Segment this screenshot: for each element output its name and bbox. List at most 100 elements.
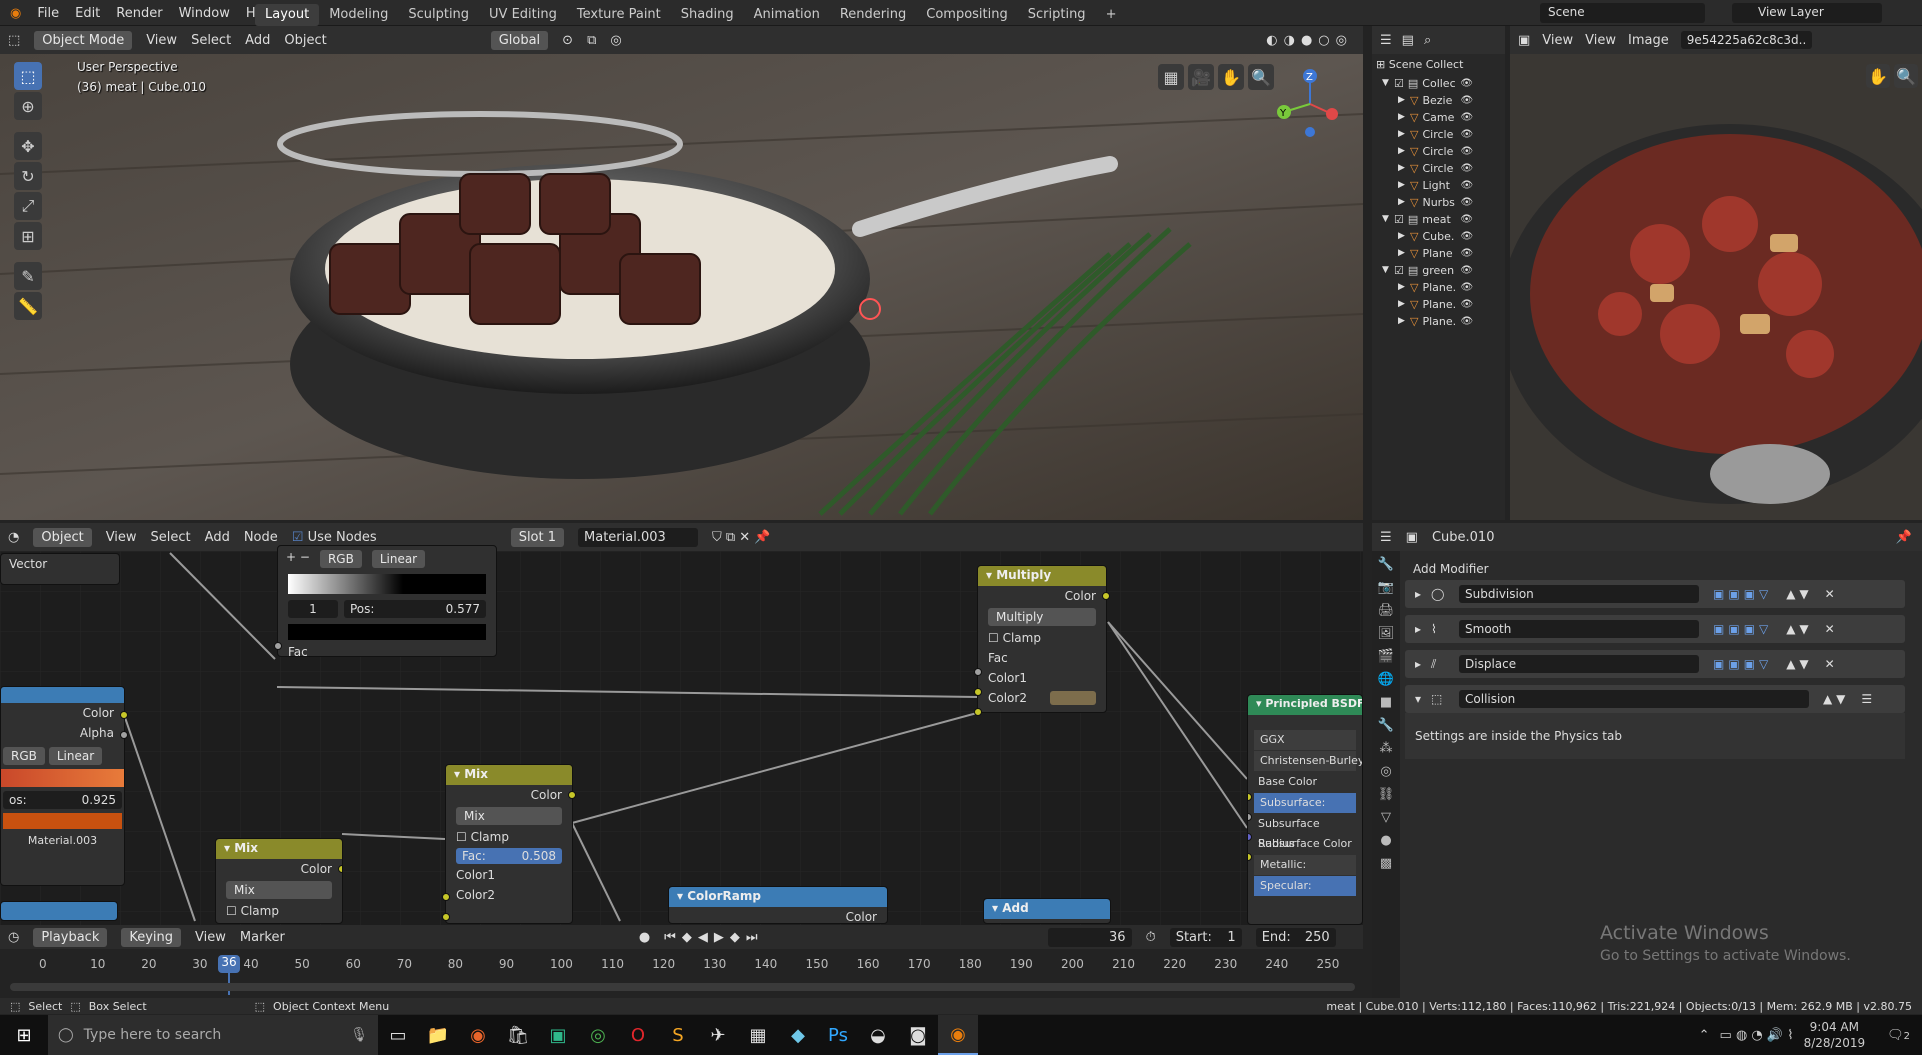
visibility-eye-icon[interactable]: 👁: [1460, 92, 1473, 109]
tab-scripting[interactable]: Scripting: [1018, 4, 1096, 26]
menu-render[interactable]: Render: [116, 6, 162, 21]
add-modifier-dropdown[interactable]: Add Modifier: [1405, 559, 1915, 581]
colorramp1-color[interactable]: [288, 624, 486, 640]
world-tab-icon[interactable]: 🌐: [1378, 672, 1394, 687]
colorramp2-mode[interactable]: RGB: [3, 747, 45, 765]
image-menu-view2[interactable]: View: [1585, 33, 1616, 48]
mix1-color-socket[interactable]: [568, 791, 576, 799]
timeline-editor-icon[interactable]: ◷: [8, 930, 19, 945]
node-mix-2[interactable]: ▾ Mix Color Mix ☐ Clamp: [215, 838, 343, 924]
visibility-eye-icon[interactable]: 👁: [1460, 194, 1473, 211]
bsdf-distribution-dropdown[interactable]: GGX: [1254, 730, 1356, 750]
image-editor-type-icon[interactable]: ▣: [1518, 33, 1530, 48]
add-workspace-icon[interactable]: +: [1096, 4, 1127, 26]
object-tab-icon[interactable]: ■: [1380, 695, 1392, 710]
viewport-menu-view[interactable]: View: [146, 33, 177, 48]
image-editor[interactable]: ▣ View View Image 9e54225a62c8c3d.. ✋ 🔍: [1510, 26, 1922, 520]
ortho-icon[interactable]: ▦: [1158, 64, 1184, 90]
outliner-root[interactable]: ⊞ Scene Collect: [1372, 54, 1505, 75]
view-layer-tab-icon[interactable]: 🖼: [1378, 626, 1395, 641]
node-menu-view[interactable]: View: [106, 530, 137, 545]
outliner-item[interactable]: ▶ ▽ Circle 👁: [1372, 143, 1505, 160]
mix1-blend-dropdown[interactable]: Mix: [456, 807, 562, 825]
expand-icon[interactable]: ▶: [1398, 228, 1410, 245]
tab-uv-editing[interactable]: UV Editing: [479, 4, 567, 26]
measure-icon[interactable]: 📏: [14, 292, 42, 320]
timeline-menu-view[interactable]: View: [195, 930, 226, 945]
file-explorer-icon[interactable]: 📁: [418, 1015, 458, 1055]
shading-buttons[interactable]: ◐◑●○◎: [1266, 33, 1353, 48]
displace-visibility-icons[interactable]: ▣▣▣▽: [1713, 657, 1772, 671]
zoom-icon[interactable]: 🔍: [1248, 64, 1274, 90]
image-zoom-icon[interactable]: 🔍: [1894, 64, 1918, 88]
store-icon[interactable]: 🛍: [498, 1015, 538, 1055]
colorramp2-pos[interactable]: os: 0.925: [3, 791, 122, 809]
blender-logo-icon[interactable]: ◉: [10, 6, 21, 21]
tab-rendering[interactable]: Rendering: [830, 4, 916, 26]
snap-icon[interactable]: ⧉: [587, 33, 596, 48]
particles-tab-icon[interactable]: ⁂: [1380, 741, 1393, 756]
microphone-icon[interactable]: 🎙: [350, 1027, 368, 1043]
fake-user-icon[interactable]: ⛉ ⧉ ✕ 📌: [712, 530, 771, 545]
app-green-icon[interactable]: ▣: [538, 1015, 578, 1055]
viewport-menu-select[interactable]: Select: [191, 33, 231, 48]
mix1-clamp-checkbox[interactable]: ☐ Clamp: [446, 827, 572, 847]
pin-icon[interactable]: 📌: [1896, 530, 1912, 545]
node-object-dropdown[interactable]: Object: [33, 527, 92, 547]
menu-file[interactable]: File: [37, 6, 59, 21]
visibility-eye-icon[interactable]: 👁: [1460, 296, 1473, 313]
end-frame-field[interactable]: End: 250: [1255, 927, 1336, 947]
mode-dropdown[interactable]: Object Mode: [34, 30, 133, 50]
colorramp1-pos[interactable]: Pos: 0.577: [344, 600, 486, 618]
expand-icon[interactable]: ▶: [1398, 296, 1410, 313]
collapse-icon[interactable]: ▼: [1382, 211, 1394, 228]
mix2-color-socket[interactable]: [338, 865, 342, 873]
expand-icon[interactable]: ▶: [1398, 160, 1410, 177]
expand-icon[interactable]: ▶: [1398, 126, 1410, 143]
outliner-item[interactable]: ▶ ▽ Plane. 👁: [1372, 279, 1505, 296]
scene-selector[interactable]: Scene: [1540, 3, 1705, 23]
modifier-remove-icon[interactable]: ✕: [1825, 587, 1835, 601]
colorramp2-color-socket[interactable]: [120, 711, 128, 719]
camera-icon[interactable]: 🎥: [1188, 64, 1214, 90]
tab-shading[interactable]: Shading: [671, 4, 744, 26]
render-tab-icon[interactable]: 📷: [1378, 580, 1394, 595]
visibility-eye-icon[interactable]: 👁: [1460, 143, 1473, 160]
outliner-item[interactable]: ▼ ☑ ▤ meat 👁: [1372, 211, 1505, 228]
outliner-item[interactable]: ▶ ▽ Bezie 👁: [1372, 92, 1505, 109]
physics-tab-icon[interactable]: ◎: [1380, 764, 1391, 779]
windows-start-icon[interactable]: ⊞: [0, 1015, 48, 1055]
bsdf-specular-slider[interactable]: Specular:: [1254, 876, 1356, 896]
taskbar-search[interactable]: ◯ Type here to search 🎙: [48, 1015, 378, 1055]
mix2-clamp-checkbox[interactable]: ☐ Clamp: [216, 901, 342, 921]
node-mix-1[interactable]: ▾ Mix Color Mix ☐ Clamp Fac: 0.508 Color1…: [442, 764, 576, 924]
transform-icon[interactable]: ⊞: [14, 222, 42, 250]
texture-tab-icon[interactable]: ▩: [1380, 856, 1392, 871]
visibility-eye-icon[interactable]: 👁: [1460, 262, 1473, 279]
collection-checkbox[interactable]: ☑: [1394, 75, 1404, 92]
modifier-displace[interactable]: ▸ ⫽ Displace ▣▣▣▽ ▲ ▼ ✕: [1405, 650, 1905, 678]
orientation-dropdown[interactable]: Global: [490, 30, 549, 50]
expand-icon[interactable]: ▶: [1398, 143, 1410, 160]
node-vector[interactable]: Vector: [0, 553, 120, 585]
tab-animation[interactable]: Animation: [744, 4, 830, 26]
node-add[interactable]: ▾ Add: [983, 898, 1111, 924]
rotate-icon[interactable]: ↻: [14, 162, 42, 190]
image-name-field[interactable]: 9e54225a62c8c3d..: [1680, 31, 1813, 49]
tray-icons[interactable]: ▭ ◍ ◔ 🔊 ⌇: [1720, 1028, 1794, 1043]
expand-icon[interactable]: ▶: [1398, 279, 1410, 296]
calculator-icon[interactable]: ▦: [738, 1015, 778, 1055]
current-frame-field[interactable]: 36: [1047, 927, 1132, 947]
timeline-scrollbar[interactable]: [10, 983, 1355, 991]
select-box-icon[interactable]: ⬚: [14, 62, 42, 90]
pivot-icon[interactable]: ⊙: [562, 33, 573, 48]
collapse-icon[interactable]: ▼: [1382, 75, 1394, 92]
colorramp1-fac-socket[interactable]: [274, 642, 282, 650]
expand-icon[interactable]: ▶: [1398, 313, 1410, 330]
node-editor-type-icon[interactable]: ◔: [8, 530, 19, 545]
chrome-icon[interactable]: ◎: [578, 1015, 618, 1055]
outliner-item[interactable]: ▶ ▽ Plane 👁: [1372, 245, 1505, 262]
node-menu-node[interactable]: Node: [244, 530, 278, 545]
smooth-visibility-icons[interactable]: ▣▣▣▽: [1713, 622, 1772, 636]
bsdf-subsurface-method-dropdown[interactable]: Christensen-Burley: [1254, 751, 1362, 771]
